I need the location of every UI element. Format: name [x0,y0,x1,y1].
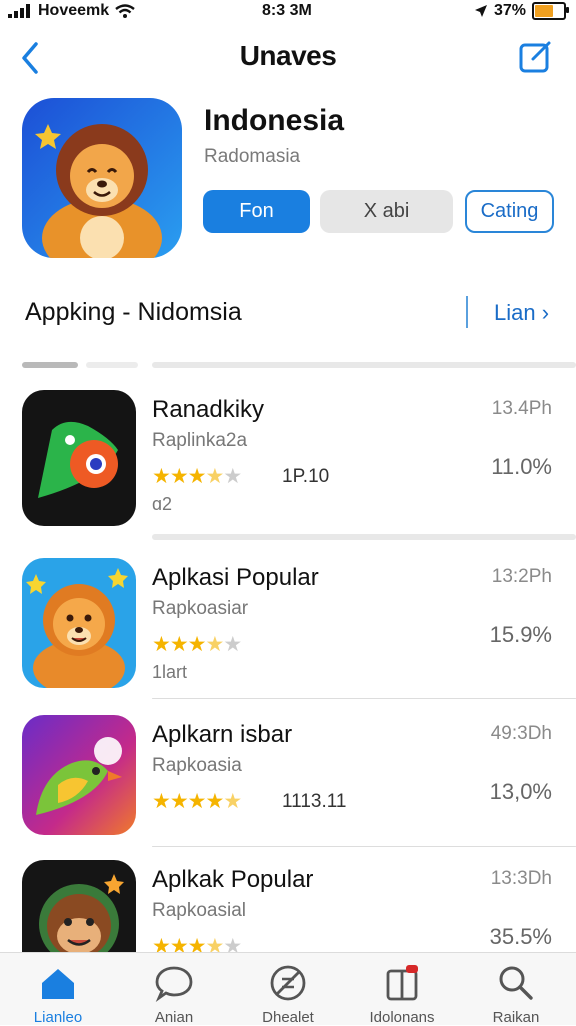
app-size: 35.5% [489,924,552,949]
page-title: Unaves [239,40,337,71]
see-all-label: Lian [494,300,536,325]
block-icon [270,965,306,1001]
hero-app-subtitle: Radomasia [204,146,301,167]
app-row[interactable]: Ranadkiky Raplinka2a ★★★★★ 1P.10 ɑ2 13.4… [0,390,576,540]
rating-button[interactable]: Cating [465,190,554,233]
status-right: 37% [474,2,569,20]
tab-label: Raikan [492,1009,540,1026]
signal-icon [8,4,30,18]
tab-label: Anian [154,1009,194,1026]
page-indicator-active [22,362,78,368]
app-size: 13,0% [489,779,552,804]
rating-stars: ★★★★★ [152,790,242,813]
lion-app-icon [22,558,136,688]
tab-search[interactable]: Raikan [466,953,566,1026]
app-extra: 1lart [152,662,188,682]
rating-stars: ★★★★★ [152,633,242,656]
wifi-icon [115,4,135,18]
battery-icon [532,2,569,20]
app-row[interactable]: Aplkak Popular Rapkoasial ★★★★★ 13:3Dh 3… [0,860,576,952]
divider [152,698,576,699]
navigation-bar: Unaves [0,34,576,84]
tab-label: Lianleo [33,1009,83,1026]
secondary-button[interactable]: X abi [320,190,453,233]
app-developer: Raplinka2a [152,430,248,451]
app-size: 11.0% [491,454,552,479]
tab-home[interactable]: Lianleo [8,953,108,1026]
app-size: 15.9% [489,622,552,647]
tab-label: Dhealet [262,1009,314,1026]
chevron-right-icon: › [541,300,550,325]
compose-icon[interactable] [518,38,554,74]
tab-updates[interactable]: Idolonans [352,953,452,1026]
app-developer: Rapkoasial [152,900,246,921]
monkey-app-icon [22,860,136,952]
app-name: Aplkarn isbar [152,721,293,748]
rating-count: 1P.10 [282,466,330,487]
see-all-link[interactable]: Lian › [494,300,549,326]
parrot-app-icon [22,390,136,526]
updates-icon [386,965,418,1001]
carrier-label: Hoveemk [38,2,110,19]
hero-app-title: Indonesia [204,104,345,137]
bird-app-icon [22,715,136,835]
section-heading: Appking - Nidomsia [25,298,242,326]
divider [152,362,576,368]
home-icon [42,969,74,999]
app-name: Aplkak Popular [152,866,314,893]
rating-count: 1113.11 [282,791,347,812]
divider [152,534,576,540]
location-icon [474,5,487,17]
app-extra: ɑ2 [152,494,173,514]
tab-label: Idolonans [369,1009,435,1026]
app-name: Ranadkiky [152,396,265,423]
section-header: Appking - Nidomsia Lian › [0,294,576,336]
get-button[interactable]: Fon [203,190,310,233]
hero-app-icon[interactable] [22,98,182,258]
app-time: 49:3Dh [490,723,552,744]
status-time: 8:3 3M [262,2,312,19]
tab-chat[interactable]: Anian [124,953,224,1026]
app-row[interactable]: Aplkasi Popular Rapkoasiar ★★★★★ 1lart 1… [0,558,576,708]
status-left: Hoveemk [8,2,135,20]
chat-icon [155,966,193,1003]
rating-stars: ★★★★★ [152,465,242,488]
app-time: 13:2Ph [491,566,552,587]
rating-stars: ★★★★★ [152,935,242,952]
status-bar: Hoveemk 8:3 3M 37% [0,0,576,26]
app-row[interactable]: Aplkarn isbar Rapkoasia ★★★★★ 1113.11 49… [0,715,576,865]
tab-bar: Lianleo Anian Dhealet Idolonans Raikan [0,952,576,1026]
app-name: Aplkasi Popular [152,564,319,591]
app-time: 13.4Ph [491,398,552,419]
app-developer: Rapkoasia [152,755,242,776]
page-indicator [86,362,138,368]
tab-block[interactable]: Dhealet [238,953,338,1026]
battery-percent: 37% [493,2,526,19]
app-time: 13:3Dh [490,868,552,889]
divider [152,846,576,847]
section-divider [466,296,468,328]
app-developer: Rapkoasiar [152,598,249,619]
search-icon [499,966,533,1000]
